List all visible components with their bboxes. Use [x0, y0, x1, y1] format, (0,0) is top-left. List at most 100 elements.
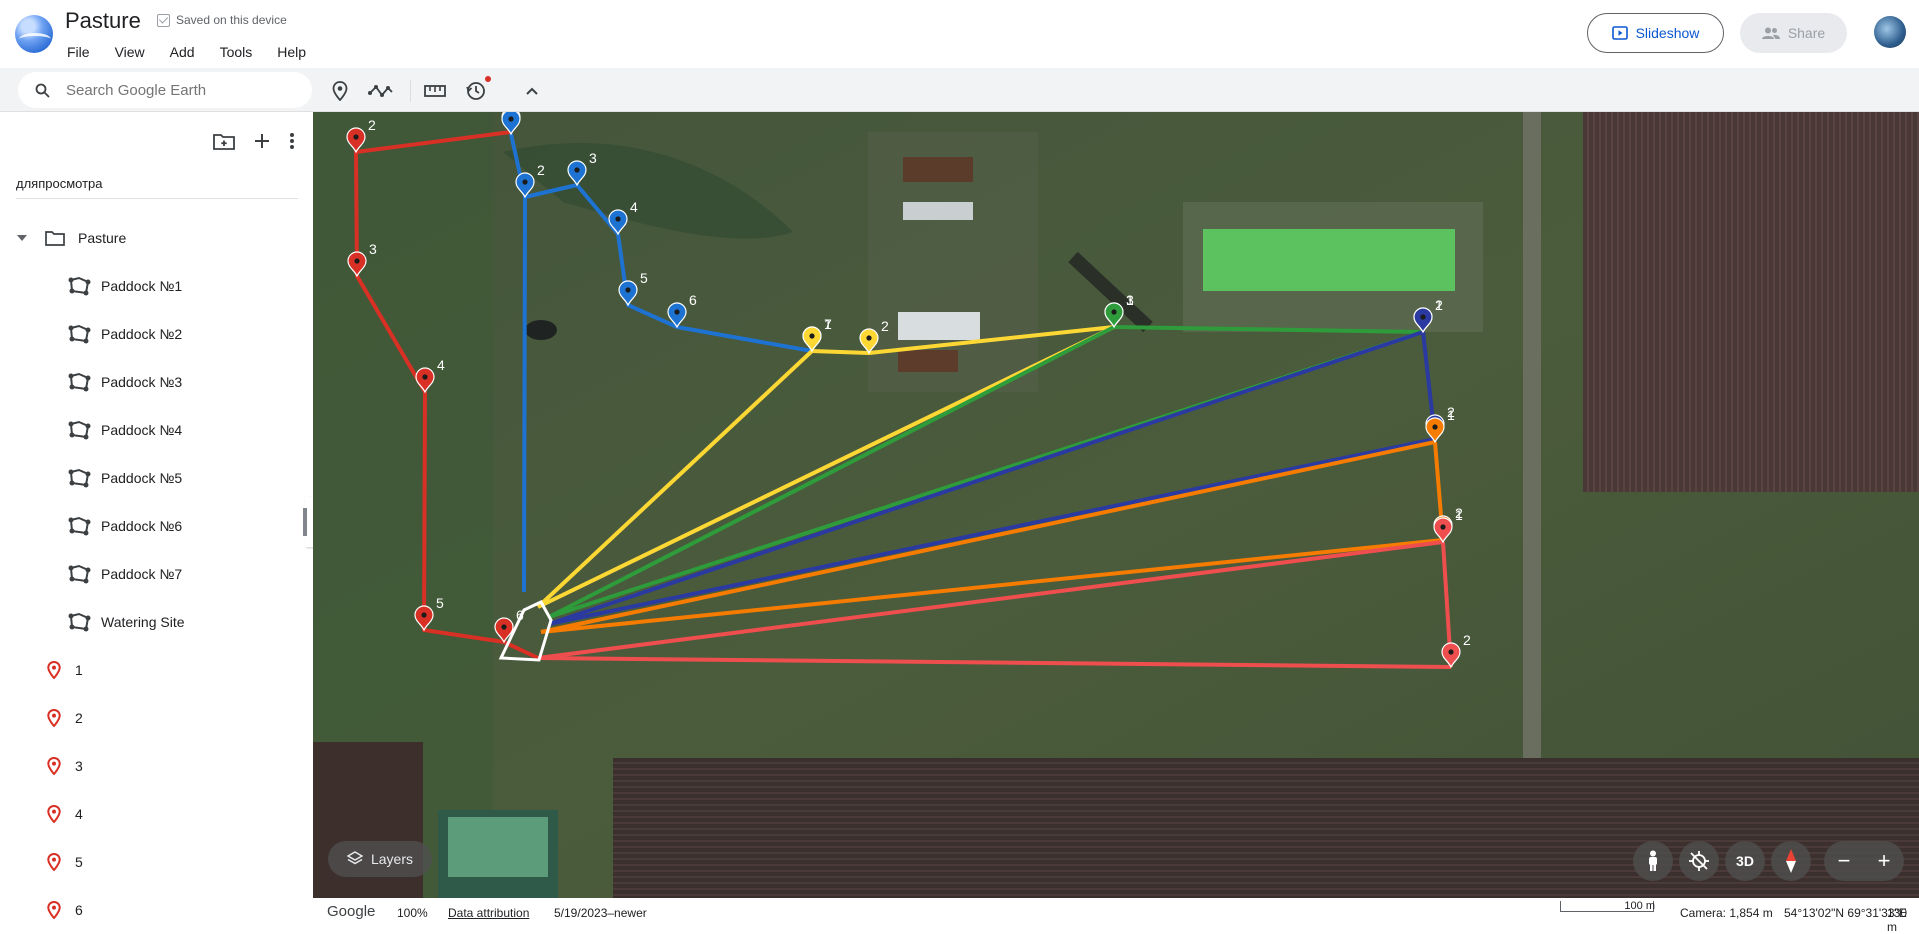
compass-button[interactable]: [1771, 841, 1811, 881]
share-people-icon: [1761, 27, 1780, 39]
zoom-out-button[interactable]: −: [1838, 848, 1851, 874]
slideshow-label: Slideshow: [1635, 25, 1700, 41]
salmon-pin[interactable]: [1433, 517, 1453, 544]
salmon-route-line: [537, 540, 1444, 660]
tree-item-polygon[interactable]: Paddock №1: [0, 262, 313, 310]
top-bar: Pasture Saved on this device File View A…: [0, 0, 1919, 65]
camera-altitude: Camera: 1,854 m: [1680, 906, 1773, 920]
draw-path-button[interactable]: [368, 80, 394, 102]
menu-bar: File View Add Tools Help: [67, 44, 331, 60]
red-pin-label: 5: [436, 595, 444, 611]
compass-icon: [1786, 849, 1796, 873]
pegman-button[interactable]: [1633, 841, 1673, 881]
tree-item-polygon[interactable]: Paddock №7: [0, 550, 313, 598]
placemark-icon: [47, 853, 61, 871]
layers-button[interactable]: Layers: [328, 841, 432, 877]
tree-item-polygon[interactable]: Paddock №6: [0, 502, 313, 550]
placemark-icon: [47, 901, 61, 919]
add-icon[interactable]: [253, 132, 271, 150]
menu-file[interactable]: File: [67, 44, 90, 60]
menu-add[interactable]: Add: [170, 44, 195, 60]
tree-item-placemark[interactable]: 2: [0, 694, 313, 742]
zoom-controls: − +: [1824, 841, 1904, 881]
paddock-routes: 123456123456712312121212: [346, 112, 1471, 669]
share-label: Share: [1787, 25, 1826, 41]
tree-item-label: 3: [75, 758, 83, 774]
red-pin-label: 2: [368, 117, 376, 133]
blue-pin[interactable]: [608, 209, 628, 236]
project-name[interactable]: дляпросмотра: [16, 176, 103, 191]
save-status-text: Saved on this device: [176, 13, 287, 27]
tree-item-polygon[interactable]: Paddock №5: [0, 454, 313, 502]
menu-help[interactable]: Help: [277, 44, 306, 60]
salmon-pin-label: 2: [1463, 632, 1471, 648]
data-attribution-link[interactable]: Data attribution: [448, 906, 529, 920]
polygon-icon: [68, 612, 91, 632]
yellow-pin[interactable]: [859, 328, 879, 355]
path-icon: [368, 85, 393, 97]
red-pin[interactable]: [346, 127, 366, 154]
more-vert-icon[interactable]: [289, 132, 295, 150]
red-pin[interactable]: [347, 251, 367, 278]
tree-item-polygon[interactable]: Watering Site: [0, 598, 313, 646]
menu-view[interactable]: View: [115, 44, 145, 60]
placemark-icon: [47, 661, 61, 679]
blue-pin-label: 1: [523, 112, 531, 115]
blue-pin[interactable]: [618, 280, 638, 307]
google-earth-logo-icon[interactable]: [15, 15, 53, 53]
3d-label: 3D: [1736, 853, 1754, 869]
share-button[interactable]: Share: [1740, 13, 1847, 53]
projects-panel: дляпросмотра Pasture Paddock №1 Paddock №…: [0, 112, 313, 926]
tree-item-polygon[interactable]: Paddock №2: [0, 310, 313, 358]
green-pin-label: 1: [1126, 292, 1134, 308]
my-location-button[interactable]: [1679, 841, 1719, 881]
blue-pin[interactable]: [567, 160, 587, 187]
measure-button[interactable]: [424, 80, 446, 102]
folder-icon: [45, 231, 65, 246]
search-input[interactable]: [66, 81, 296, 99]
slideshow-icon: [1611, 26, 1628, 40]
tree-item-placemark[interactable]: 6: [0, 886, 313, 934]
historical-imagery-button[interactable]: [465, 76, 491, 102]
zoom-in-button[interactable]: +: [1878, 848, 1891, 874]
zoom-level: 100%: [397, 906, 428, 920]
account-avatar[interactable]: [1874, 16, 1906, 48]
green-pin[interactable]: [1104, 302, 1124, 329]
navy-pin-label: 1: [1435, 297, 1443, 313]
polygon-icon: [68, 324, 91, 344]
project-title[interactable]: Pasture: [65, 8, 141, 34]
menu-tools[interactable]: Tools: [220, 44, 253, 60]
imagery-date[interactable]: 5/19/2023–newer: [554, 906, 647, 920]
add-placemark-button[interactable]: [329, 80, 351, 102]
tree-item-polygon[interactable]: Paddock №3: [0, 358, 313, 406]
search-box[interactable]: [18, 72, 312, 108]
toggle-3d-button[interactable]: 3D: [1725, 841, 1765, 881]
tree-item-label: Paddock №7: [101, 566, 183, 582]
map-view[interactable]: 123456123456712312121212 Layers 3D − +: [313, 112, 1919, 926]
google-brand: Google: [327, 903, 376, 920]
panel-resize-handle[interactable]: [303, 508, 307, 536]
red-pin[interactable]: [415, 367, 435, 394]
salmon-pin[interactable]: [1441, 642, 1461, 669]
yellow-pin[interactable]: [802, 326, 822, 353]
tree-item-placemark[interactable]: 5: [0, 838, 313, 886]
chevron-up-icon: [526, 87, 538, 95]
tree-item-placemark[interactable]: 4: [0, 790, 313, 838]
blue-pin[interactable]: [515, 172, 535, 199]
red-route-line: [354, 130, 512, 644]
save-status: Saved on this device: [157, 13, 287, 27]
tree-item-placemark[interactable]: 3: [0, 742, 313, 790]
slideshow-button[interactable]: Slideshow: [1587, 13, 1724, 53]
scale-label: 100 m: [1624, 900, 1655, 912]
tree-item-polygon[interactable]: Paddock №4: [0, 406, 313, 454]
blue-pin[interactable]: [501, 112, 521, 136]
collapse-toolbar-button[interactable]: [521, 80, 543, 102]
caret-down-icon[interactable]: [17, 234, 27, 242]
folder-pasture[interactable]: Pasture: [0, 214, 313, 262]
navy-pin[interactable]: [1413, 307, 1433, 334]
new-folder-icon[interactable]: [213, 132, 235, 150]
polygon-icon: [68, 516, 91, 536]
red-pin[interactable]: [414, 605, 434, 632]
blue-pin-label: 2: [537, 162, 545, 178]
tree-item-placemark[interactable]: 1: [0, 646, 313, 694]
